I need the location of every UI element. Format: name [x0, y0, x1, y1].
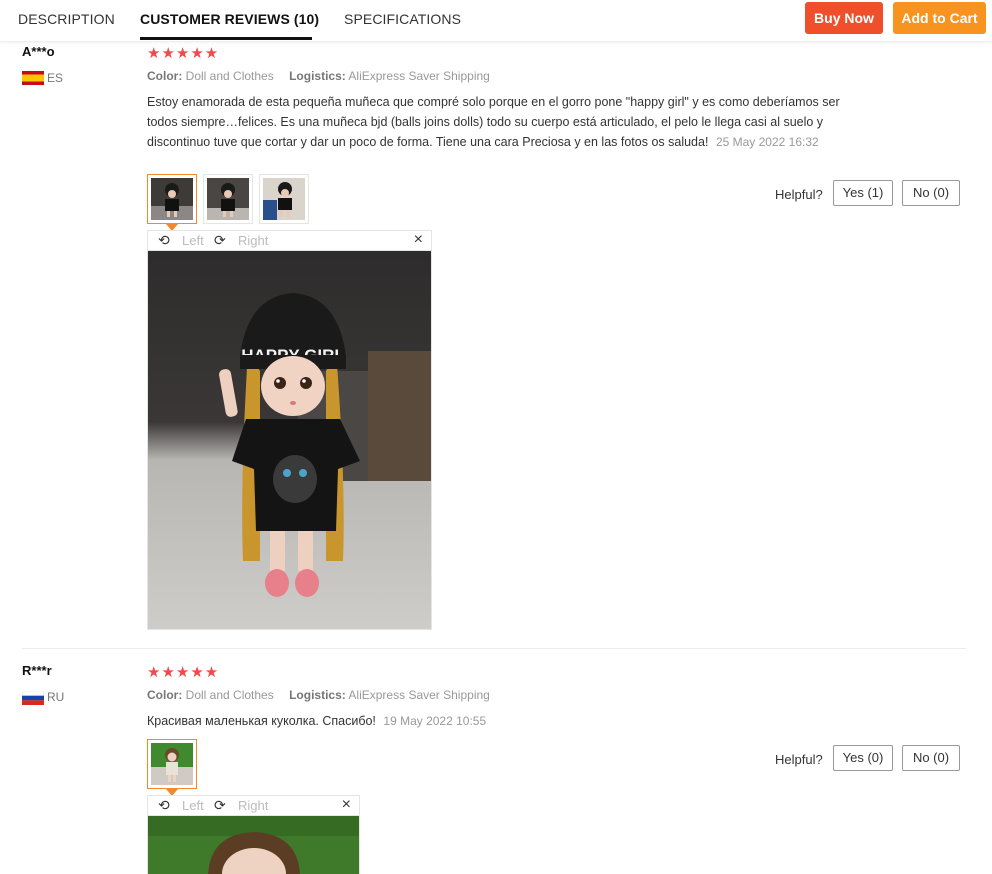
review-photo-thumb[interactable] — [259, 174, 309, 224]
tab-specifications[interactable]: SPECIFICATIONS — [344, 11, 461, 27]
buy-now-button[interactable]: Buy Now — [805, 2, 883, 34]
color-label: Color: — [147, 688, 183, 702]
logistics-value: AliExpress Saver Shipping — [348, 69, 490, 83]
review-date: 19 May 2022 10:55 — [383, 714, 487, 728]
rotate-left-icon[interactable]: ⟲ — [158, 797, 170, 814]
doll-photo-thumb-icon — [151, 743, 193, 785]
rotate-right-label[interactable]: Right — [238, 798, 268, 813]
russia-flag-icon — [22, 691, 44, 705]
reviewer-name: A***o — [22, 44, 55, 59]
review-meta: Color: Doll and Clothes Logistics: AliEx… — [147, 69, 490, 83]
review-divider — [22, 648, 966, 649]
rotate-left-label[interactable]: Left — [182, 798, 204, 813]
reviewer-country: ES — [47, 71, 64, 85]
review-photo-large: HAPPY GIRL — [147, 250, 432, 630]
reviewer-name: R***r — [22, 663, 52, 678]
color-label: Color: — [147, 69, 183, 83]
photo-viewer-toolbar: ⟲ Left ⟳ Right × — [147, 230, 432, 250]
review-photo-thumb[interactable] — [147, 174, 197, 231]
review-photo-thumbnails — [147, 174, 309, 231]
star-rating: ★★★★★ — [147, 45, 220, 62]
doll-photo-thumb-icon — [263, 178, 305, 220]
logistics-label: Logistics: — [289, 69, 346, 83]
doll-photo-thumb-icon — [151, 178, 193, 220]
review-date: 25 May 2022 16:32 — [715, 135, 819, 149]
rotate-left-label[interactable]: Left — [182, 233, 204, 248]
logistics-value: AliExpress Saver Shipping — [348, 688, 490, 702]
photo-viewer-toolbar: ⟲ Left ⟳ Right × — [147, 795, 360, 815]
rotate-right-icon[interactable]: ⟳ — [214, 232, 226, 249]
product-tab-bar: DESCRIPTION CUSTOMER REVIEWS (10) SPECIF… — [0, 0, 992, 41]
review-photo-thumb[interactable] — [147, 739, 197, 796]
color-value: Doll and Clothes — [185, 688, 274, 702]
close-viewer-icon[interactable]: × — [414, 231, 423, 249]
active-tab-underline — [140, 37, 312, 40]
review-text-block: Estoy enamorada de esta pequeña muñeca q… — [147, 92, 867, 152]
add-to-cart-button[interactable]: Add to Cart — [893, 2, 986, 34]
review-text: Красивая маленькая куколка. Спасибо! — [147, 714, 376, 728]
doll-photo-image: HAPPY GIRL — [148, 251, 431, 629]
review-meta: Color: Doll and Clothes Logistics: AliEx… — [147, 688, 490, 702]
doll-photo-image — [148, 816, 359, 874]
rotate-right-label[interactable]: Right — [238, 233, 268, 248]
star-rating: ★★★★★ — [147, 664, 220, 681]
color-value: Doll and Clothes — [185, 69, 274, 83]
review-photo-thumb[interactable] — [203, 174, 253, 224]
helpful-no-button[interactable]: No (0) — [902, 180, 960, 206]
helpful-no-button[interactable]: No (0) — [902, 745, 960, 771]
helpful-label: Helpful? — [775, 187, 823, 202]
spain-flag-icon — [22, 71, 44, 85]
close-viewer-icon[interactable]: × — [342, 796, 351, 814]
review-text-block: Красивая маленькая куколка. Спасибо! 19 … — [147, 711, 867, 731]
helpful-label: Helpful? — [775, 752, 823, 767]
logistics-label: Logistics: — [289, 688, 346, 702]
helpful-yes-button[interactable]: Yes (0) — [833, 745, 893, 771]
tab-customer-reviews[interactable]: CUSTOMER REVIEWS (10) — [140, 11, 319, 27]
reviewer-country: RU — [47, 690, 65, 704]
review-photo-thumbnails — [147, 739, 197, 796]
doll-photo-thumb-icon — [207, 178, 249, 220]
helpful-yes-button[interactable]: Yes (1) — [833, 180, 893, 206]
review-photo-large — [147, 815, 360, 874]
rotate-left-icon[interactable]: ⟲ — [158, 232, 170, 249]
rotate-right-icon[interactable]: ⟳ — [214, 797, 226, 814]
tab-description[interactable]: DESCRIPTION — [18, 11, 115, 27]
